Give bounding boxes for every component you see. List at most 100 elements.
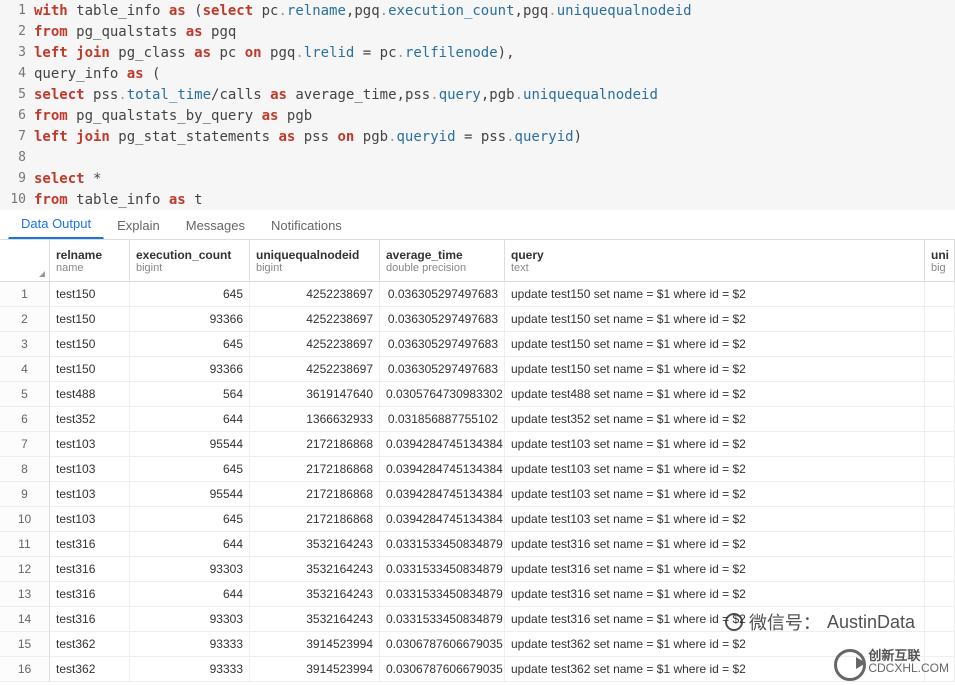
grid-cell[interactable]: 0.0394284745134384 bbox=[380, 482, 505, 507]
grid-cell[interactable]: 3619147640 bbox=[250, 382, 380, 407]
grid-cell[interactable]: 644 bbox=[130, 582, 250, 607]
grid-cell[interactable]: update test103 set name = $1 where id = … bbox=[505, 457, 925, 482]
grid-cell[interactable]: test316 bbox=[50, 607, 130, 632]
grid-cell[interactable]: 644 bbox=[130, 532, 250, 557]
row-number[interactable]: 3 bbox=[0, 332, 50, 357]
grid-cell[interactable]: 4252238697 bbox=[250, 282, 380, 307]
grid-cell[interactable] bbox=[925, 407, 955, 432]
grid-cell[interactable]: 564 bbox=[130, 382, 250, 407]
row-number[interactable]: 4 bbox=[0, 357, 50, 382]
grid-cell[interactable]: 95544 bbox=[130, 432, 250, 457]
grid-cell[interactable]: 2172186868 bbox=[250, 507, 380, 532]
result-grid[interactable]: relnamenameexecution_countbigintuniquequ… bbox=[0, 240, 955, 682]
column-header[interactable]: uniquequalnodeidbigint bbox=[250, 240, 380, 282]
grid-cell[interactable]: test352 bbox=[50, 407, 130, 432]
tab-explain[interactable]: Explain bbox=[104, 211, 173, 239]
grid-cell[interactable]: 3532164243 bbox=[250, 582, 380, 607]
grid-cell[interactable]: 95544 bbox=[130, 482, 250, 507]
grid-cell[interactable]: 0.0331533450834879 bbox=[380, 582, 505, 607]
grid-cell[interactable]: 2172186868 bbox=[250, 482, 380, 507]
row-number[interactable]: 5 bbox=[0, 382, 50, 407]
grid-cell[interactable] bbox=[925, 432, 955, 457]
grid-cell[interactable]: update test316 set name = $1 where id = … bbox=[505, 607, 925, 632]
grid-cell[interactable]: update test316 set name = $1 where id = … bbox=[505, 582, 925, 607]
grid-cell[interactable]: update test150 set name = $1 where id = … bbox=[505, 307, 925, 332]
row-number[interactable]: 1 bbox=[0, 282, 50, 307]
grid-cell[interactable]: update test488 set name = $1 where id = … bbox=[505, 382, 925, 407]
row-number[interactable]: 13 bbox=[0, 582, 50, 607]
code-content[interactable]: from pg_qualstats_by_query as pgb bbox=[34, 108, 312, 124]
grid-cell[interactable] bbox=[925, 507, 955, 532]
code-content[interactable]: left join pg_class as pc on pgq.lrelid =… bbox=[34, 45, 515, 61]
grid-cell[interactable]: test316 bbox=[50, 557, 130, 582]
row-number[interactable]: 7 bbox=[0, 432, 50, 457]
row-number[interactable]: 10 bbox=[0, 507, 50, 532]
grid-cell[interactable]: 4252238697 bbox=[250, 307, 380, 332]
code-content[interactable]: from pg_qualstats as pgq bbox=[34, 24, 236, 40]
grid-cell[interactable]: test103 bbox=[50, 507, 130, 532]
grid-cell[interactable]: test488 bbox=[50, 382, 130, 407]
code-content[interactable]: select pss.total_time/calls as average_t… bbox=[34, 87, 658, 103]
grid-cell[interactable]: 0.036305297497683 bbox=[380, 332, 505, 357]
grid-cell[interactable]: test103 bbox=[50, 482, 130, 507]
grid-cell[interactable] bbox=[925, 332, 955, 357]
code-content[interactable]: with table_info as (select pc.relname,pg… bbox=[34, 3, 692, 19]
grid-cell[interactable]: 4252238697 bbox=[250, 332, 380, 357]
grid-cell[interactable]: 0.036305297497683 bbox=[380, 282, 505, 307]
row-number[interactable]: 11 bbox=[0, 532, 50, 557]
sql-editor[interactable]: 1with table_info as (select pc.relname,p… bbox=[0, 0, 955, 210]
grid-cell[interactable]: test316 bbox=[50, 532, 130, 557]
grid-cell[interactable]: 0.0305764730983302 bbox=[380, 382, 505, 407]
grid-cell[interactable]: 0.0331533450834879 bbox=[380, 607, 505, 632]
grid-cell[interactable]: test150 bbox=[50, 332, 130, 357]
grid-cell[interactable] bbox=[925, 482, 955, 507]
grid-cell[interactable]: 3914523994 bbox=[250, 632, 380, 657]
grid-cell[interactable]: 645 bbox=[130, 282, 250, 307]
grid-cell[interactable]: 4252238697 bbox=[250, 357, 380, 382]
column-header[interactable]: unibig bbox=[925, 240, 955, 282]
row-number[interactable]: 6 bbox=[0, 407, 50, 432]
grid-cell[interactable]: 0.0394284745134384 bbox=[380, 457, 505, 482]
tab-data-output[interactable]: Data Output bbox=[8, 209, 104, 239]
grid-cell[interactable]: 3914523994 bbox=[250, 657, 380, 682]
row-number[interactable]: 12 bbox=[0, 557, 50, 582]
grid-cell[interactable]: test362 bbox=[50, 657, 130, 682]
code-content[interactable]: left join pg_stat_statements as pss on p… bbox=[34, 129, 582, 145]
grid-cell[interactable]: 2172186868 bbox=[250, 432, 380, 457]
grid-cell[interactable] bbox=[925, 307, 955, 332]
column-header[interactable]: querytext bbox=[505, 240, 925, 282]
grid-cell[interactable]: test150 bbox=[50, 282, 130, 307]
grid-cell[interactable]: update test362 set name = $1 where id = … bbox=[505, 632, 925, 657]
code-content[interactable]: from table_info as t bbox=[34, 192, 203, 208]
row-number[interactable]: 2 bbox=[0, 307, 50, 332]
grid-cell[interactable]: 0.0394284745134384 bbox=[380, 507, 505, 532]
grid-cell[interactable]: 0.0306787606679035 bbox=[380, 632, 505, 657]
grid-cell[interactable] bbox=[925, 582, 955, 607]
grid-cell[interactable]: 645 bbox=[130, 457, 250, 482]
grid-cell[interactable] bbox=[925, 657, 955, 682]
grid-cell[interactable]: 3532164243 bbox=[250, 607, 380, 632]
grid-cell[interactable]: 0.036305297497683 bbox=[380, 307, 505, 332]
row-number[interactable]: 9 bbox=[0, 482, 50, 507]
grid-cell[interactable]: test150 bbox=[50, 307, 130, 332]
row-number[interactable]: 16 bbox=[0, 657, 50, 682]
column-header[interactable]: execution_countbigint bbox=[130, 240, 250, 282]
grid-cell[interactable]: 2172186868 bbox=[250, 457, 380, 482]
grid-cell[interactable]: 0.0394284745134384 bbox=[380, 432, 505, 457]
grid-cell[interactable]: update test103 set name = $1 where id = … bbox=[505, 507, 925, 532]
grid-cell[interactable]: update test352 set name = $1 where id = … bbox=[505, 407, 925, 432]
grid-cell[interactable]: 3532164243 bbox=[250, 557, 380, 582]
grid-cell[interactable]: 93303 bbox=[130, 607, 250, 632]
grid-cell[interactable]: 1366632933 bbox=[250, 407, 380, 432]
grid-cell[interactable]: 93366 bbox=[130, 307, 250, 332]
tab-messages[interactable]: Messages bbox=[173, 211, 258, 239]
grid-cell[interactable] bbox=[925, 357, 955, 382]
grid-cell[interactable]: 93333 bbox=[130, 632, 250, 657]
grid-cell[interactable]: 645 bbox=[130, 332, 250, 357]
grid-cell[interactable]: update test103 set name = $1 where id = … bbox=[505, 482, 925, 507]
grid-cell[interactable]: 0.036305297497683 bbox=[380, 357, 505, 382]
grid-cell[interactable]: test103 bbox=[50, 432, 130, 457]
column-header[interactable]: relnamename bbox=[50, 240, 130, 282]
grid-cell[interactable]: 93366 bbox=[130, 357, 250, 382]
grid-cell[interactable]: 93303 bbox=[130, 557, 250, 582]
